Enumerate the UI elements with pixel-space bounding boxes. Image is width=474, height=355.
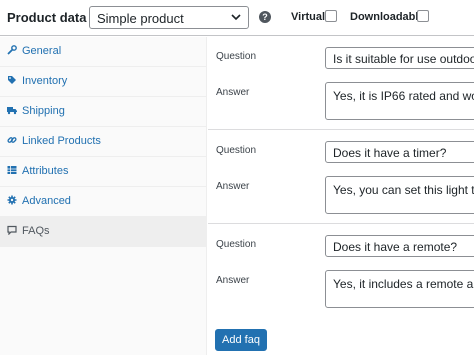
question-label: Question (216, 51, 257, 62)
help-icon[interactable]: ? (259, 11, 271, 23)
answer-value: Yes, it includes a remote and b (333, 277, 474, 291)
tab-advanced[interactable]: Advanced (0, 187, 207, 217)
tab-label: Shipping (22, 105, 65, 117)
answer-value: Yes, it is IP66 rated and works (333, 89, 474, 103)
virtual-label: Virtual: (291, 11, 329, 23)
question-value: Does it have a timer? (333, 146, 447, 160)
question-input[interactable]: Does it have a remote? (325, 235, 474, 257)
faq-panel: Question Is it suitable for use outdoors… (208, 37, 474, 355)
table-icon (7, 166, 17, 174)
answer-textarea[interactable]: Yes, it includes a remote and b (325, 270, 474, 308)
tab-linked-products[interactable]: Linked Products (0, 127, 207, 157)
product-data-tabs: General Inventory Shipping Linked Produc… (0, 37, 207, 355)
link-icon (7, 137, 17, 143)
tab-label: Inventory (22, 75, 68, 87)
add-faq-button[interactable]: Add faq (215, 329, 267, 351)
answer-label: Answer (216, 275, 250, 286)
answer-label: Answer (216, 87, 250, 98)
tab-label: FAQs (22, 225, 50, 237)
tab-label: Advanced (22, 195, 71, 207)
tag-icon (8, 76, 16, 84)
tab-label: Attributes (22, 165, 69, 177)
product-type-select[interactable]: Simple product (89, 6, 249, 29)
answer-value: Yes, you can set this light to c (333, 183, 474, 197)
truck-icon (7, 107, 17, 115)
product-data-header: Product data — Simple product ? Virtual:… (0, 0, 474, 36)
gear-icon (7, 195, 17, 205)
downloadable-checkbox[interactable] (417, 10, 429, 22)
tab-general[interactable]: General (0, 37, 207, 67)
question-input[interactable]: Does it have a timer? (325, 141, 474, 163)
question-input[interactable]: Is it suitable for use outdoors? (325, 47, 474, 69)
chat-icon (7, 225, 17, 235)
faq-divider (208, 223, 474, 224)
tab-label: General (22, 45, 62, 57)
faq-divider (208, 129, 474, 130)
chevron-down-icon (231, 14, 241, 21)
wrench-icon (7, 45, 17, 55)
product-type-value: Simple product (97, 11, 184, 26)
answer-label: Answer (216, 181, 250, 192)
question-label: Question (216, 239, 257, 250)
tab-attributes[interactable]: Attributes (0, 157, 207, 187)
question-label: Question (216, 145, 257, 156)
virtual-checkbox[interactable] (325, 10, 337, 22)
tab-shipping[interactable]: Shipping (0, 97, 207, 127)
question-value: Does it have a remote? (333, 240, 458, 254)
tab-faqs[interactable]: FAQs (0, 217, 207, 247)
question-value: Is it suitable for use outdoors? (333, 52, 474, 66)
answer-textarea[interactable]: Yes, it is IP66 rated and works (325, 82, 474, 120)
answer-textarea[interactable]: Yes, you can set this light to c (325, 176, 474, 214)
tab-label: Linked Products (22, 135, 101, 147)
tab-inventory[interactable]: Inventory (0, 67, 207, 97)
